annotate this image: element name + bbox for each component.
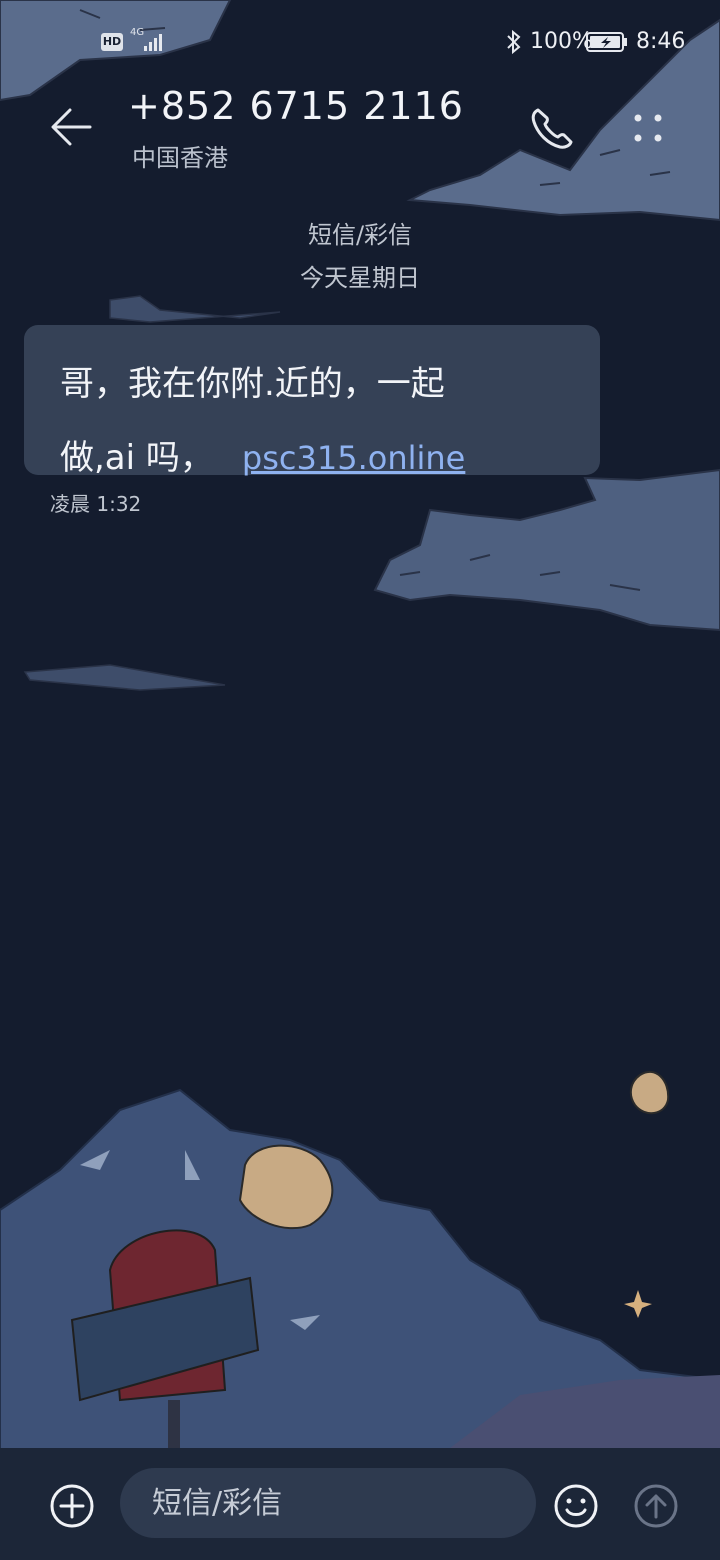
thread-date-label: 今天星期日 <box>300 264 420 292</box>
call-button[interactable] <box>524 102 580 152</box>
network-type: 4G <box>130 27 145 38</box>
clock: 8:46 <box>636 29 686 54</box>
contact-region: 中国香港 <box>132 144 228 172</box>
status-bar: HD 4G 100% 8:46 <box>0 0 720 84</box>
add-attachment-button[interactable] <box>48 1482 96 1530</box>
conversation-header: +852 6715 2116 中国香港 <box>0 84 720 194</box>
thread-channel-label: 短信/彩信 <box>307 221 413 249</box>
message-line-1: 哥，我在你附.近的，一起 <box>60 364 445 404</box>
arrow-left-icon <box>51 108 92 146</box>
back-button[interactable] <box>44 102 100 152</box>
contact-number: +852 6715 2116 <box>128 84 464 128</box>
smiley-icon <box>554 1484 598 1528</box>
message-composer <box>0 1448 720 1560</box>
more-dots-icon <box>634 114 662 142</box>
emoji-button[interactable] <box>552 1482 600 1530</box>
phone-icon <box>531 108 573 149</box>
more-options-button[interactable] <box>622 102 674 154</box>
send-button[interactable] <box>632 1482 680 1530</box>
message-line-2: 做,ai 吗， <box>60 438 214 478</box>
battery-percent: 100% <box>530 29 593 54</box>
send-arrow-up-icon <box>634 1484 678 1528</box>
hd-badge: HD <box>101 33 123 51</box>
battery-charging-icon <box>586 32 627 52</box>
message-link[interactable]: psc315.online <box>242 439 465 477</box>
message-timestamp: 凌晨 1:32 <box>50 492 142 516</box>
incoming-message-bubble[interactable]: 哥，我在你附.近的，一起 做,ai 吗， psc315.online <box>24 325 600 478</box>
message-line-2-wrapper: 做,ai 吗， psc315.online <box>60 421 570 495</box>
plus-circle-icon <box>50 1484 94 1528</box>
bluetooth-icon <box>507 29 521 55</box>
signal-strength-icon <box>144 34 162 51</box>
message-input[interactable] <box>120 1468 536 1538</box>
